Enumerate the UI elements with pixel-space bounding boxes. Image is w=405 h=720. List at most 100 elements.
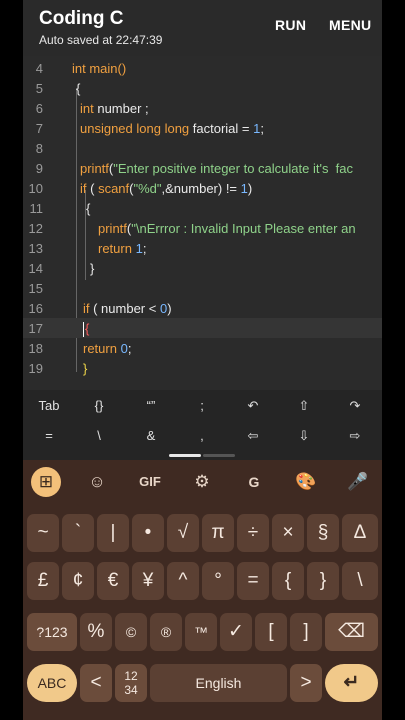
key-registered[interactable]: ® — [150, 613, 182, 651]
key-tilde[interactable]: ~ — [27, 514, 59, 552]
run-button[interactable]: RUN — [275, 17, 306, 33]
line-number: 4 — [35, 61, 43, 76]
key-checkmark[interactable]: ✓ — [220, 613, 252, 651]
key-pound[interactable]: £ — [27, 562, 59, 600]
code-text: } — [90, 261, 95, 276]
key-percent[interactable]: % — [80, 613, 112, 651]
arrow-down-icon[interactable]: ⇩ — [280, 421, 328, 451]
autosave-status: Auto saved at 22:47:39 — [39, 33, 163, 47]
key-symbols-toggle[interactable]: ?123 — [27, 613, 77, 651]
backslash-key[interactable]: \ — [75, 421, 123, 451]
code-text: ; — [127, 341, 132, 356]
keyword: int — [72, 61, 86, 76]
code-text: { — [86, 201, 91, 216]
code-line[interactable]: 15 — [23, 278, 382, 298]
code-line[interactable]: 9 printf("Enter positive integer to calc… — [23, 158, 382, 178]
string-literal: "%d" — [133, 181, 162, 196]
code-text: ) — [247, 181, 253, 196]
key-euro[interactable]: € — [97, 562, 129, 600]
tab-key[interactable]: Tab — [25, 391, 73, 421]
code-editor[interactable]: 4 int main() 5 { 6 int number ; 7 unsign… — [23, 56, 382, 390]
code-line[interactable]: 7 unsigned long long factorial = 1; — [23, 118, 382, 138]
code-line[interactable]: 16 if ( number < 0) — [23, 298, 382, 318]
comma-key[interactable]: ‚ — [178, 421, 226, 451]
key-bullet[interactable]: • — [132, 514, 164, 552]
apps-grid-icon[interactable]: ⊞ — [31, 467, 61, 497]
key-left-bracket[interactable]: [ — [255, 613, 287, 651]
key-yen[interactable]: ¥ — [132, 562, 164, 600]
undo-icon[interactable]: ↶ — [229, 391, 277, 421]
palette-icon[interactable]: 🎨 — [291, 467, 321, 497]
braces-key[interactable]: {} — [75, 391, 123, 421]
code-line[interactable]: 18 return 0; — [23, 338, 382, 358]
key-caret[interactable]: ^ — [167, 562, 199, 600]
key-multiply[interactable]: × — [272, 514, 304, 552]
function-name: printf — [80, 161, 109, 176]
key-equals[interactable]: = — [237, 562, 269, 600]
key-degree[interactable]: ° — [202, 562, 234, 600]
microphone-icon[interactable]: 🎤 — [343, 467, 373, 497]
key-section[interactable]: § — [307, 514, 339, 552]
arrow-right-icon[interactable]: ⇨ — [331, 421, 379, 451]
key-copyright[interactable]: © — [115, 613, 147, 651]
key-left-brace[interactable]: { — [272, 562, 304, 600]
code-line-active[interactable]: 17 { — [23, 318, 382, 338]
key-pi[interactable]: π — [202, 514, 234, 552]
code-line[interactable]: 5 { — [23, 78, 382, 98]
string-literal: Errror : Invalid Input Please enter an — [146, 221, 356, 236]
code-line[interactable]: 6 int number ; — [23, 98, 382, 118]
function-name: scanf — [98, 181, 130, 196]
sticker-icon[interactable]: ☺ — [82, 467, 112, 497]
quotes-key[interactable]: “” — [127, 391, 175, 421]
code-line[interactable]: 10 if ( scanf("%d",&number) != 1) — [23, 178, 382, 198]
key-right-angle[interactable]: > — [290, 664, 322, 702]
page-indicator-active — [169, 454, 201, 457]
key-numpad[interactable]: 12 34 — [115, 664, 147, 702]
soft-keyboard: ⊞ ☺ GIF ⚙ G 🎨 🎤 ~ ` | • √ π ÷ × § Δ £ ¢ … — [23, 460, 382, 720]
ampersand-key[interactable]: & — [127, 421, 175, 451]
code-line[interactable]: 11 { — [23, 198, 382, 218]
code-line[interactable]: 8 — [23, 138, 382, 158]
line-number: 17 — [28, 321, 43, 336]
keyword: unsigned long long — [80, 121, 190, 136]
line-number: 16 — [28, 301, 43, 316]
key-left-angle[interactable]: < — [80, 664, 112, 702]
space-bar[interactable]: English — [150, 664, 287, 702]
line-number: 5 — [35, 81, 43, 96]
key-divide[interactable]: ÷ — [237, 514, 269, 552]
code-line[interactable]: 14 } — [23, 258, 382, 278]
code-line[interactable]: 4 int main() — [23, 58, 382, 78]
key-right-bracket[interactable]: ] — [290, 613, 322, 651]
settings-gear-icon[interactable]: ⚙ — [187, 467, 217, 497]
code-line[interactable]: 13 return 1; — [23, 238, 382, 258]
key-abc[interactable]: ABC — [27, 664, 77, 702]
key-pipe[interactable]: | — [97, 514, 129, 552]
gif-icon[interactable]: GIF — [135, 467, 165, 497]
translate-icon[interactable]: G — [239, 467, 269, 497]
line-number: 8 — [35, 141, 43, 156]
backspace-icon[interactable]: ⌫ — [325, 613, 378, 651]
key-delta[interactable]: Δ — [342, 514, 378, 552]
enter-icon[interactable]: ↵ — [325, 664, 378, 702]
shift-up-icon[interactable]: ⇧ — [280, 391, 328, 421]
page-title: Coding C — [39, 8, 124, 29]
arrow-left-icon[interactable]: ⇦ — [229, 421, 277, 451]
key-right-brace[interactable]: } — [307, 562, 339, 600]
key-sqrt[interactable]: √ — [167, 514, 199, 552]
key-backslash[interactable]: \ — [342, 562, 378, 600]
string-literal: "\n — [131, 221, 147, 236]
redo-icon[interactable]: ↷ — [331, 391, 379, 421]
code-text: ( — [86, 181, 99, 196]
string-literal: "Enter positive integer to calculate it'… — [113, 161, 354, 176]
text-cursor — [83, 322, 84, 338]
key-backtick[interactable]: ` — [62, 514, 94, 552]
key-cent[interactable]: ¢ — [62, 562, 94, 600]
semicolon-key[interactable]: ; — [178, 391, 226, 421]
code-line[interactable]: 12 printf("\nErrror : Invalid Input Plea… — [23, 218, 382, 238]
code-line[interactable]: 19 } — [23, 358, 382, 378]
menu-button[interactable]: MENU — [329, 17, 371, 33]
equals-key[interactable]: = — [25, 421, 73, 451]
code-text: ( number < — [89, 301, 160, 316]
line-number: 6 — [35, 101, 43, 116]
key-trademark[interactable]: ™ — [185, 613, 217, 651]
